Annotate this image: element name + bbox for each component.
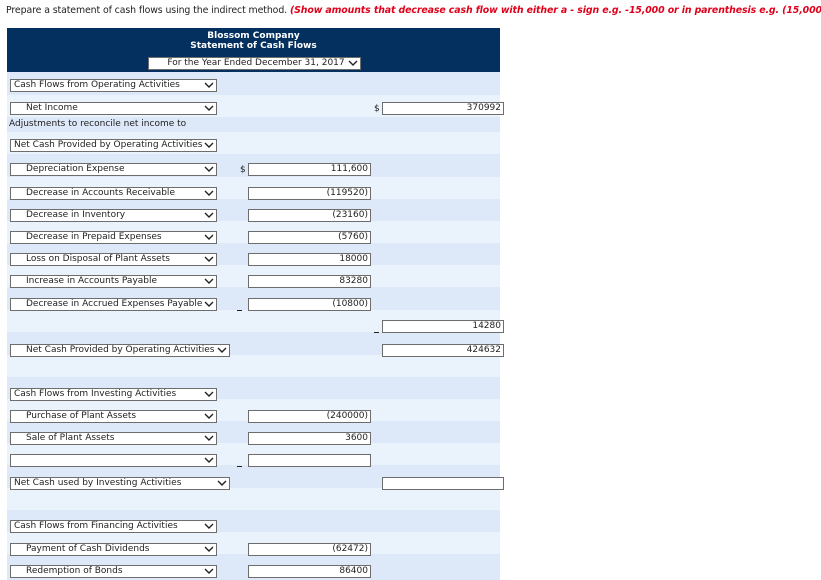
instructions-note: (Show amounts that decrease cash flow wi… <box>289 5 821 16</box>
investing-section-select[interactable]: Cash Flows from Investing Activities <box>10 388 217 401</box>
chevron-down-icon <box>217 345 227 356</box>
op-item-label: Decrease in Prepaid Expenses <box>26 232 162 242</box>
chevron-down-icon <box>204 389 214 400</box>
op-item-amount-input[interactable]: 83280 <box>248 275 371 288</box>
op-item-amount-input[interactable]: (10800) <box>248 298 371 311</box>
chevron-down-icon <box>204 544 214 555</box>
chevron-down-icon <box>204 140 214 151</box>
op-item-select[interactable]: Decrease in Prepaid Expenses <box>10 231 217 244</box>
fin-item-amount-input[interactable]: 86400 <box>248 565 371 578</box>
op-item-select[interactable]: Decrease in Inventory <box>10 209 217 222</box>
operating-total-label: Net Cash Provided by Operating Activitie… <box>26 345 215 355</box>
op-item-label: Loss on Disposal of Plant Assets <box>26 254 170 264</box>
chevron-down-icon <box>204 299 214 310</box>
net-income-input[interactable]: 370992 <box>382 102 504 115</box>
operating-section-select[interactable]: Cash Flows from Operating Activities <box>10 79 217 92</box>
fin-item-label: Payment of Cash Dividends <box>26 544 150 554</box>
operating-section-value: Cash Flows from Operating Activities <box>14 80 180 90</box>
inv-item-label: Sale of Plant Assets <box>26 433 115 443</box>
op-item-select[interactable]: Increase in Accounts Payable <box>10 275 217 288</box>
chevron-down-icon <box>204 80 214 91</box>
inv-item-amount-input[interactable]: 3600 <box>248 432 371 445</box>
op-item-amount-input[interactable]: (23160) <box>248 209 371 222</box>
inv-item-select[interactable]: Sale of Plant Assets <box>10 432 217 445</box>
chevron-down-icon <box>348 58 358 69</box>
net-income-select[interactable]: Net Income <box>10 102 217 115</box>
op-item-label: Decrease in Accrued Expenses Payable <box>26 299 203 309</box>
chevron-down-icon <box>204 188 214 199</box>
investing-total-input[interactable] <box>382 477 504 490</box>
adjustments-text: Adjustments to reconcile net income to <box>9 119 187 129</box>
adjustments-select[interactable]: Net Cash Provided by Operating Activitie… <box>10 139 217 152</box>
inv-item-select[interactable] <box>10 454 217 467</box>
op-item-select[interactable]: Loss on Disposal of Plant Assets <box>10 253 217 266</box>
chevron-down-icon <box>204 566 214 577</box>
chevron-down-icon <box>204 254 214 265</box>
chevron-down-icon <box>204 455 214 466</box>
inv-item-amount-input[interactable]: (240000) <box>248 410 371 423</box>
row-spacer-2 <box>7 488 500 510</box>
instructions: Prepare a statement of cash flows using … <box>6 5 821 16</box>
op-item-select[interactable]: Decrease in Accrued Expenses Payable <box>10 298 217 311</box>
inv-item-amount-input[interactable] <box>248 454 371 467</box>
inv-item-select[interactable]: Purchase of Plant Assets <box>10 410 217 423</box>
period-select[interactable]: For the Year Ended December 31, 2017 <box>148 57 361 70</box>
dollar-sign: $ <box>374 104 380 114</box>
fin-item-label: Redemption of Bonds <box>26 566 123 576</box>
op-item-amount-input[interactable]: (119520) <box>248 187 371 200</box>
op-item-label: Decrease in Accounts Receivable <box>26 188 175 198</box>
adjustments-total-input[interactable]: 14280 <box>382 320 504 333</box>
statement-header: Blossom Company Statement of Cash Flows … <box>7 28 500 72</box>
chevron-down-icon <box>204 521 214 532</box>
op-item-label: Depreciation Expense <box>26 164 125 174</box>
operating-total-input[interactable]: 424632 <box>382 344 504 357</box>
op-item-amount-input[interactable]: 18000 <box>248 253 371 266</box>
investing-section-value: Cash Flows from Investing Activities <box>14 389 177 399</box>
subtotal-underline <box>237 466 242 467</box>
op-item-label: Decrease in Inventory <box>26 210 126 220</box>
cash-flow-statement: Blossom Company Statement of Cash Flows … <box>7 28 504 580</box>
chevron-down-icon <box>204 103 214 114</box>
op-item-select[interactable]: Depreciation Expense <box>10 163 217 176</box>
dollar-sign: $ <box>240 165 246 175</box>
investing-total-select[interactable]: Net Cash used by Investing Activities <box>10 477 230 490</box>
financing-section-select[interactable]: Cash Flows from Financing Activities <box>10 520 217 533</box>
fin-item-select[interactable]: Redemption of Bonds <box>10 565 217 578</box>
op-item-amount-input[interactable]: (5760) <box>248 231 371 244</box>
row-spacer-1 <box>7 355 500 377</box>
chevron-down-icon <box>217 478 227 489</box>
financing-section-value: Cash Flows from Financing Activities <box>14 521 178 531</box>
chevron-down-icon <box>204 411 214 422</box>
chevron-down-icon <box>204 164 214 175</box>
chevron-down-icon <box>204 210 214 221</box>
chevron-down-icon <box>204 433 214 444</box>
investing-total-label: Net Cash used by Investing Activities <box>14 478 182 488</box>
chevron-down-icon <box>204 232 214 243</box>
chevron-down-icon <box>204 276 214 287</box>
company-name: Blossom Company <box>207 31 300 41</box>
fin-item-select[interactable]: Payment of Cash Dividends <box>10 543 217 556</box>
subtotal-underline <box>237 310 242 311</box>
inv-item-label: Purchase of Plant Assets <box>26 411 137 421</box>
net-income-value-label: Net Income <box>26 103 78 113</box>
statement-title: Statement of Cash Flows <box>190 41 317 51</box>
adjustments-select-value: Net Cash Provided by Operating Activitie… <box>14 140 203 150</box>
period-select-value: For the Year Ended December 31, 2017 <box>167 58 345 68</box>
instructions-text: Prepare a statement of cash flows using … <box>6 5 288 16</box>
op-item-amount-input[interactable]: 111,600 <box>248 163 371 176</box>
op-item-select[interactable]: Decrease in Accounts Receivable <box>10 187 217 200</box>
op-item-label: Increase in Accounts Payable <box>26 276 158 286</box>
fin-item-amount-input[interactable]: (62472) <box>248 543 371 556</box>
subtotal-underline <box>374 332 379 333</box>
operating-total-select[interactable]: Net Cash Provided by Operating Activitie… <box>10 344 230 357</box>
